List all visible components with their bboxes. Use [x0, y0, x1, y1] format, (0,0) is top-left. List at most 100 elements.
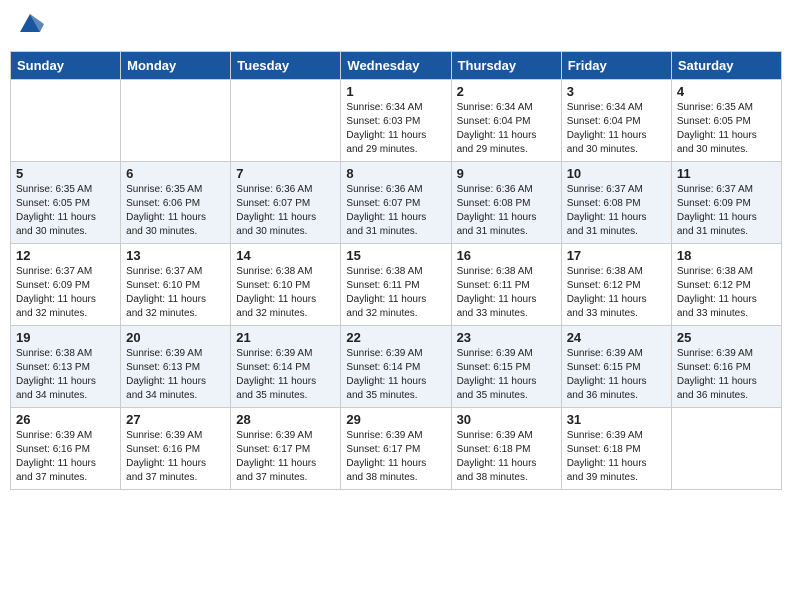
day-number: 28: [236, 412, 335, 427]
day-info: Sunrise: 6:37 AM Sunset: 6:09 PM Dayligh…: [16, 265, 115, 321]
day-info: Sunrise: 6:38 AM Sunset: 6:10 PM Dayligh…: [236, 265, 335, 321]
day-number: 8: [346, 166, 445, 181]
day-number: 21: [236, 330, 335, 345]
calendar-header-row: SundayMondayTuesdayWednesdayThursdayFrid…: [11, 52, 782, 80]
day-number: 14: [236, 248, 335, 263]
day-number: 26: [16, 412, 115, 427]
day-number: 13: [126, 248, 225, 263]
day-number: 15: [346, 248, 445, 263]
day-info: Sunrise: 6:38 AM Sunset: 6:11 PM Dayligh…: [346, 265, 445, 321]
day-info: Sunrise: 6:39 AM Sunset: 6:16 PM Dayligh…: [677, 347, 776, 403]
calendar-cell: 5 Sunrise: 6:35 AM Sunset: 6:05 PM Daylig…: [11, 162, 121, 244]
calendar-cell: [671, 408, 781, 490]
calendar-cell: 31 Sunrise: 6:39 AM Sunset: 6:18 PM Dayli…: [561, 408, 671, 490]
day-info: Sunrise: 6:35 AM Sunset: 6:05 PM Dayligh…: [677, 101, 776, 157]
day-number: 2: [457, 84, 556, 99]
day-number: 7: [236, 166, 335, 181]
day-number: 17: [567, 248, 666, 263]
day-info: Sunrise: 6:37 AM Sunset: 6:10 PM Dayligh…: [126, 265, 225, 321]
calendar-cell: 27Sunrise: 6:39 AM Sunset: 6:16 PM Dayli…: [121, 408, 231, 490]
calendar-cell: 30Sunrise: 6:39 AM Sunset: 6:18 PM Dayli…: [451, 408, 561, 490]
day-number: 1: [346, 84, 445, 99]
calendar-cell: 1Sunrise: 6:34 AM Sunset: 6:03 PM Daylig…: [341, 80, 451, 162]
calendar-cell: 29 Sunrise: 6:39 AM Sunset: 6:17 PM Dayli…: [341, 408, 451, 490]
day-info: Sunrise: 6:39 AM Sunset: 6:13 PM Dayligh…: [126, 347, 225, 403]
day-info: Sunrise: 6:36 AM Sunset: 6:07 PM Dayligh…: [236, 183, 335, 239]
day-info: Sunrise: 6:39 AM Sunset: 6:17 PM Dayligh…: [236, 429, 335, 485]
calendar-cell: 12 Sunrise: 6:37 AM Sunset: 6:09 PM Dayli…: [11, 244, 121, 326]
day-number: 27: [126, 412, 225, 427]
calendar-cell: 7 Sunrise: 6:36 AM Sunset: 6:07 PM Daylig…: [231, 162, 341, 244]
calendar-cell: 26 Sunrise: 6:39 AM Sunset: 6:16 PM Dayli…: [11, 408, 121, 490]
day-info: Sunrise: 6:35 AM Sunset: 6:05 PM Dayligh…: [16, 183, 115, 239]
calendar-cell: 19 Sunrise: 6:38 AM Sunset: 6:13 PM Dayli…: [11, 326, 121, 408]
day-info: Sunrise: 6:39 AM Sunset: 6:18 PM Dayligh…: [567, 429, 666, 485]
calendar-cell: [231, 80, 341, 162]
calendar-cell: 22 Sunrise: 6:39 AM Sunset: 6:14 PM Dayli…: [341, 326, 451, 408]
day-info: Sunrise: 6:36 AM Sunset: 6:08 PM Dayligh…: [457, 183, 556, 239]
calendar-cell: 2 Sunrise: 6:34 AM Sunset: 6:04 PM Daylig…: [451, 80, 561, 162]
day-number: 9: [457, 166, 556, 181]
day-info: Sunrise: 6:36 AM Sunset: 6:07 PM Dayligh…: [346, 183, 445, 239]
calendar-cell: 16 Sunrise: 6:38 AM Sunset: 6:11 PM Dayli…: [451, 244, 561, 326]
day-info: Sunrise: 6:39 AM Sunset: 6:14 PM Dayligh…: [346, 347, 445, 403]
day-number: 19: [16, 330, 115, 345]
day-number: 5: [16, 166, 115, 181]
calendar-cell: 25 Sunrise: 6:39 AM Sunset: 6:16 PM Dayli…: [671, 326, 781, 408]
day-number: 25: [677, 330, 776, 345]
day-number: 16: [457, 248, 556, 263]
day-info: Sunrise: 6:34 AM Sunset: 6:04 PM Dayligh…: [457, 101, 556, 157]
day-number: 24: [567, 330, 666, 345]
calendar-cell: 3 Sunrise: 6:34 AM Sunset: 6:04 PM Daylig…: [561, 80, 671, 162]
calendar-header-sunday: Sunday: [11, 52, 121, 80]
calendar-week-row: 5 Sunrise: 6:35 AM Sunset: 6:05 PM Daylig…: [11, 162, 782, 244]
day-info: Sunrise: 6:39 AM Sunset: 6:16 PM Dayligh…: [16, 429, 115, 485]
day-info: Sunrise: 6:34 AM Sunset: 6:04 PM Dayligh…: [567, 101, 666, 157]
day-info: Sunrise: 6:38 AM Sunset: 6:13 PM Dayligh…: [16, 347, 115, 403]
calendar-cell: 17 Sunrise: 6:38 AM Sunset: 6:12 PM Dayli…: [561, 244, 671, 326]
day-number: 31: [567, 412, 666, 427]
calendar-cell: 14 Sunrise: 6:38 AM Sunset: 6:10 PM Dayli…: [231, 244, 341, 326]
day-number: 6: [126, 166, 225, 181]
calendar-cell: 10 Sunrise: 6:37 AM Sunset: 6:08 PM Dayli…: [561, 162, 671, 244]
day-number: 20: [126, 330, 225, 345]
day-number: 23: [457, 330, 556, 345]
logo-icon: [16, 10, 44, 38]
calendar-cell: 11Sunrise: 6:37 AM Sunset: 6:09 PM Dayli…: [671, 162, 781, 244]
calendar-header-saturday: Saturday: [671, 52, 781, 80]
day-info: Sunrise: 6:38 AM Sunset: 6:11 PM Dayligh…: [457, 265, 556, 321]
calendar-cell: [11, 80, 121, 162]
day-number: 12: [16, 248, 115, 263]
day-info: Sunrise: 6:39 AM Sunset: 6:15 PM Dayligh…: [567, 347, 666, 403]
day-number: 30: [457, 412, 556, 427]
calendar-cell: 20 Sunrise: 6:39 AM Sunset: 6:13 PM Dayli…: [121, 326, 231, 408]
calendar-cell: 6 Sunrise: 6:35 AM Sunset: 6:06 PM Daylig…: [121, 162, 231, 244]
day-number: 22: [346, 330, 445, 345]
calendar-cell: 9 Sunrise: 6:36 AM Sunset: 6:08 PM Daylig…: [451, 162, 561, 244]
day-number: 18: [677, 248, 776, 263]
calendar-header-wednesday: Wednesday: [341, 52, 451, 80]
calendar-header-tuesday: Tuesday: [231, 52, 341, 80]
logo: [14, 10, 44, 43]
day-number: 4: [677, 84, 776, 99]
day-number: 29: [346, 412, 445, 427]
calendar-cell: 21 Sunrise: 6:39 AM Sunset: 6:14 PM Dayli…: [231, 326, 341, 408]
day-info: Sunrise: 6:37 AM Sunset: 6:08 PM Dayligh…: [567, 183, 666, 239]
day-number: 3: [567, 84, 666, 99]
calendar-header-monday: Monday: [121, 52, 231, 80]
day-info: Sunrise: 6:39 AM Sunset: 6:15 PM Dayligh…: [457, 347, 556, 403]
calendar-week-row: 19 Sunrise: 6:38 AM Sunset: 6:13 PM Dayli…: [11, 326, 782, 408]
day-info: Sunrise: 6:38 AM Sunset: 6:12 PM Dayligh…: [567, 265, 666, 321]
calendar-week-row: 12 Sunrise: 6:37 AM Sunset: 6:09 PM Dayli…: [11, 244, 782, 326]
calendar-table: SundayMondayTuesdayWednesdayThursdayFrid…: [10, 51, 782, 490]
day-info: Sunrise: 6:39 AM Sunset: 6:14 PM Dayligh…: [236, 347, 335, 403]
day-info: Sunrise: 6:37 AM Sunset: 6:09 PM Dayligh…: [677, 183, 776, 239]
calendar-header-friday: Friday: [561, 52, 671, 80]
day-number: 10: [567, 166, 666, 181]
calendar-cell: 15 Sunrise: 6:38 AM Sunset: 6:11 PM Dayli…: [341, 244, 451, 326]
day-info: Sunrise: 6:39 AM Sunset: 6:17 PM Dayligh…: [346, 429, 445, 485]
calendar-cell: [121, 80, 231, 162]
day-info: Sunrise: 6:35 AM Sunset: 6:06 PM Dayligh…: [126, 183, 225, 239]
calendar-week-row: 26 Sunrise: 6:39 AM Sunset: 6:16 PM Dayli…: [11, 408, 782, 490]
calendar-cell: 28 Sunrise: 6:39 AM Sunset: 6:17 PM Dayli…: [231, 408, 341, 490]
